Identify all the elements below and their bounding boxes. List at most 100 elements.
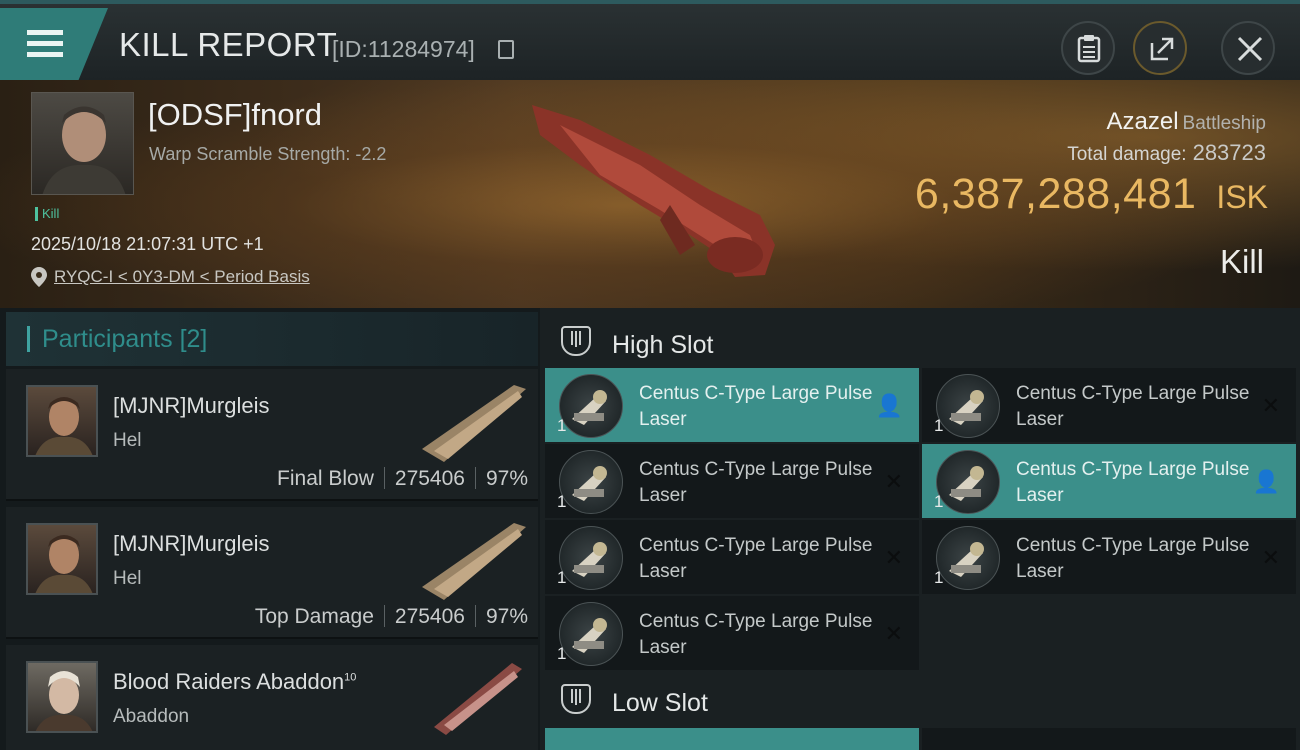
module-quantity: 1 <box>557 644 567 663</box>
module-name: Centus C-Type Large Pulse Laser <box>639 383 873 430</box>
participant-percent: 97% <box>485 467 528 490</box>
participant-stats: Top Damage 275406 97% <box>255 605 528 629</box>
participant-name: [MJNR]Murgleis <box>113 393 270 418</box>
module-item[interactable]: 1 Centus C-Type Large Pulse Laser ✕ <box>545 596 919 670</box>
clipboard-button[interactable] <box>1061 21 1115 75</box>
participant-percent: 97% <box>485 605 528 628</box>
total-damage-label: Total damage: <box>1067 144 1187 165</box>
victim-ship-image <box>532 105 775 277</box>
participant-name: Blood Raiders Abaddon10 <box>113 669 356 695</box>
share-button[interactable] <box>1133 21 1187 75</box>
victim-ship-title: Azazel Battleship <box>1107 108 1267 136</box>
kill-tag: Kill <box>35 207 59 221</box>
participant-name: [MJNR]Murgleis <box>113 531 270 556</box>
pilot-face-icon <box>42 106 126 194</box>
module-item[interactable]: 1 Centus C-Type Large Pulse Laser 👤 <box>545 368 919 442</box>
module-item[interactable]: 1 Centus C-Type Large Pulse Laser ✕ <box>545 520 919 594</box>
participants-count: [2] <box>179 325 208 353</box>
module-name: Centus C-Type Large Pulse Laser <box>639 611 873 658</box>
module-item[interactable]: 1 Centus C-Type Large Pulse Laser ✕ <box>922 368 1296 442</box>
participant-name-text: Blood Raiders Abaddon <box>113 669 345 694</box>
dropped-user-icon: 👤 <box>875 394 903 419</box>
destroyed-x-icon: ✕ <box>884 470 903 495</box>
pulse-laser-icon <box>936 450 1000 514</box>
participant-ship: Abaddon <box>113 706 190 727</box>
clipboard-icon <box>1077 35 1101 63</box>
participant-ship: Hel <box>113 430 142 451</box>
dropped-user-icon: 👤 <box>1252 470 1280 495</box>
participant-ship-image <box>434 663 522 735</box>
participants-header-bar <box>27 326 30 352</box>
participant-role: Top Damage <box>254 605 374 628</box>
module-item-partial[interactable] <box>922 728 1296 750</box>
participant-level: 10 <box>344 671 357 684</box>
high-slot-header: High Slot <box>545 314 1297 368</box>
participant-portrait[interactable] <box>26 523 98 595</box>
destroyed-x-icon: ✕ <box>884 546 903 571</box>
close-icon <box>1237 36 1263 62</box>
destroyed-x-icon: ✕ <box>1261 394 1280 419</box>
copy-icon[interactable] <box>498 40 514 59</box>
share-icon <box>1150 37 1174 61</box>
close-button[interactable] <box>1221 21 1275 75</box>
victim-name: [ODSF]fnord <box>148 97 322 132</box>
module-item[interactable]: 1 Centus C-Type Large Pulse Laser ✕ <box>922 520 1296 594</box>
stat-divider <box>474 605 476 627</box>
low-slot-label: Low Slot <box>612 689 708 717</box>
participant-row[interactable]: [MJNR]Murgleis Hel Top Damage 275406 97% <box>6 507 538 639</box>
participant-damage: 275406 <box>394 467 465 490</box>
participant-row[interactable]: Blood Raiders Abaddon10 Abaddon <box>6 645 538 750</box>
destroyed-x-icon: ✕ <box>1261 546 1280 571</box>
participant-ship-image <box>422 385 526 462</box>
header-bar: KILL REPORT [ID:11284974] <box>0 0 1300 82</box>
location-link[interactable]: RYQC-I < 0Y3-DM < Period Basis <box>54 267 310 287</box>
pulse-laser-icon <box>559 602 623 666</box>
isk-value: 6,387,288,481 <box>914 170 1197 218</box>
kill-datetime: 2025/10/18 21:07:31 UTC +1 <box>31 234 264 254</box>
participant-portrait[interactable] <box>26 661 98 733</box>
module-name: Centus C-Type Large Pulse Laser <box>1016 459 1250 506</box>
high-slot-label: High Slot <box>612 331 714 359</box>
participants-header[interactable]: Participants [2] <box>6 312 538 366</box>
module-item[interactable]: 1 Centus C-Type Large Pulse Laser 👤 <box>922 444 1296 518</box>
pulse-laser-icon <box>559 526 623 590</box>
hamburger-icon <box>27 30 63 63</box>
participant-ship: Hel <box>113 568 142 589</box>
low-slot-header: Low Slot <box>545 672 1297 726</box>
pulse-laser-icon <box>936 374 1000 438</box>
participant-ship-image <box>422 523 526 600</box>
menu-button[interactable] <box>0 8 108 82</box>
pulse-laser-icon <box>559 374 623 438</box>
high-slot-icon <box>561 326 591 356</box>
participant-damage: 275406 <box>394 605 465 628</box>
total-damage: Total damage: 283723 <box>1067 140 1266 166</box>
low-slot-icon <box>561 684 591 714</box>
warp-scramble-strength: Warp Scramble Strength: -2.2 <box>149 144 387 164</box>
pilot-face-icon <box>35 397 93 455</box>
participant-role: Final Blow <box>277 467 374 490</box>
pulse-laser-icon <box>559 450 623 514</box>
module-quantity: 1 <box>934 416 944 435</box>
location-pin-icon <box>31 267 47 287</box>
pulse-laser-icon <box>936 526 1000 590</box>
participants-title: Participants [2] <box>42 325 207 354</box>
module-quantity: 1 <box>934 568 944 587</box>
participant-portrait[interactable] <box>26 385 98 457</box>
stat-divider <box>383 467 385 489</box>
npc-face-icon <box>35 671 93 731</box>
module-item[interactable]: 1 Centus C-Type Large Pulse Laser ✕ <box>545 444 919 518</box>
module-quantity: 1 <box>557 416 567 435</box>
victim-portrait[interactable] <box>31 92 134 195</box>
page-title: KILL REPORT <box>119 26 338 63</box>
module-name: Centus C-Type Large Pulse Laser <box>1016 535 1250 582</box>
kill-result: Kill <box>1219 243 1264 280</box>
module-quantity: 1 <box>557 492 567 511</box>
total-damage-value: 283723 <box>1192 140 1266 165</box>
module-quantity: 1 <box>934 492 944 511</box>
module-quantity: 1 <box>557 568 567 587</box>
participant-row[interactable]: [MJNR]Murgleis Hel Final Blow 275406 97% <box>6 369 538 501</box>
pilot-face-icon <box>35 535 93 593</box>
participant-stats: Final Blow 275406 97% <box>277 467 528 491</box>
module-item-partial[interactable] <box>545 728 919 750</box>
isk-value-row: 6,387,288,481 ISK <box>915 170 1268 219</box>
